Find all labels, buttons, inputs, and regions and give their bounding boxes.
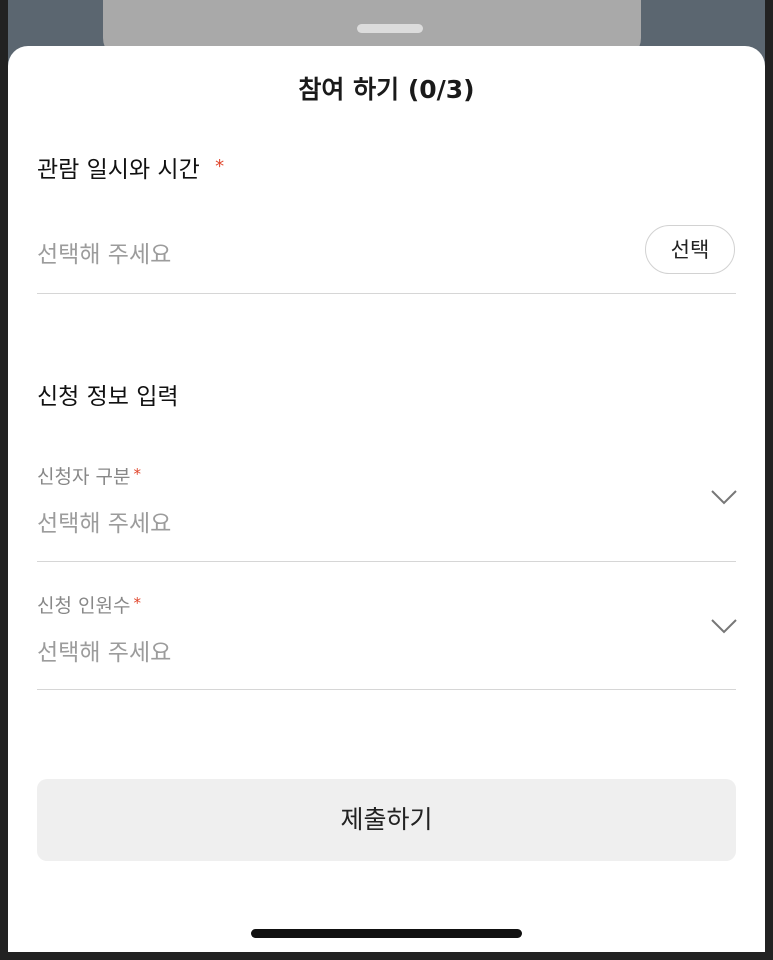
screen: 참여 하기 (0/3) 관람 일시와 시간 * 선택해 주세요 선택 신청 정보…	[8, 0, 765, 952]
chevron-down-icon[interactable]	[710, 618, 738, 634]
headcount-select[interactable]: 선택해 주세요	[37, 633, 171, 667]
required-mark: *	[133, 594, 141, 612]
required-mark: *	[133, 465, 141, 483]
applicant-type-select[interactable]: 선택해 주세요	[37, 504, 171, 538]
divider	[37, 689, 736, 690]
viewing-datetime-label: 관람 일시와 시간 *	[37, 150, 224, 184]
background-handle	[357, 24, 423, 33]
viewing-datetime-label-text: 관람 일시와 시간	[37, 157, 200, 183]
select-datetime-button[interactable]: 선택	[645, 225, 735, 274]
submit-button[interactable]: 제출하기	[37, 779, 736, 861]
applicant-info-section-title: 신청 정보 입력	[37, 384, 179, 410]
home-indicator	[251, 929, 522, 938]
required-mark: *	[215, 156, 225, 177]
participation-bottom-sheet: 참여 하기 (0/3) 관람 일시와 시간 * 선택해 주세요 선택 신청 정보…	[8, 46, 765, 952]
headcount-label: 신청 인원수 *	[37, 591, 141, 618]
applicant-type-label-text: 신청자 구분	[37, 466, 131, 488]
divider	[37, 293, 736, 294]
chevron-down-icon[interactable]	[710, 489, 738, 505]
sheet-title: 참여 하기 (0/3)	[298, 75, 475, 104]
divider	[37, 561, 736, 562]
applicant-type-label: 신청자 구분 *	[37, 462, 141, 489]
headcount-label-text: 신청 인원수	[37, 595, 131, 617]
viewing-datetime-field[interactable]: 선택해 주세요	[37, 235, 171, 269]
